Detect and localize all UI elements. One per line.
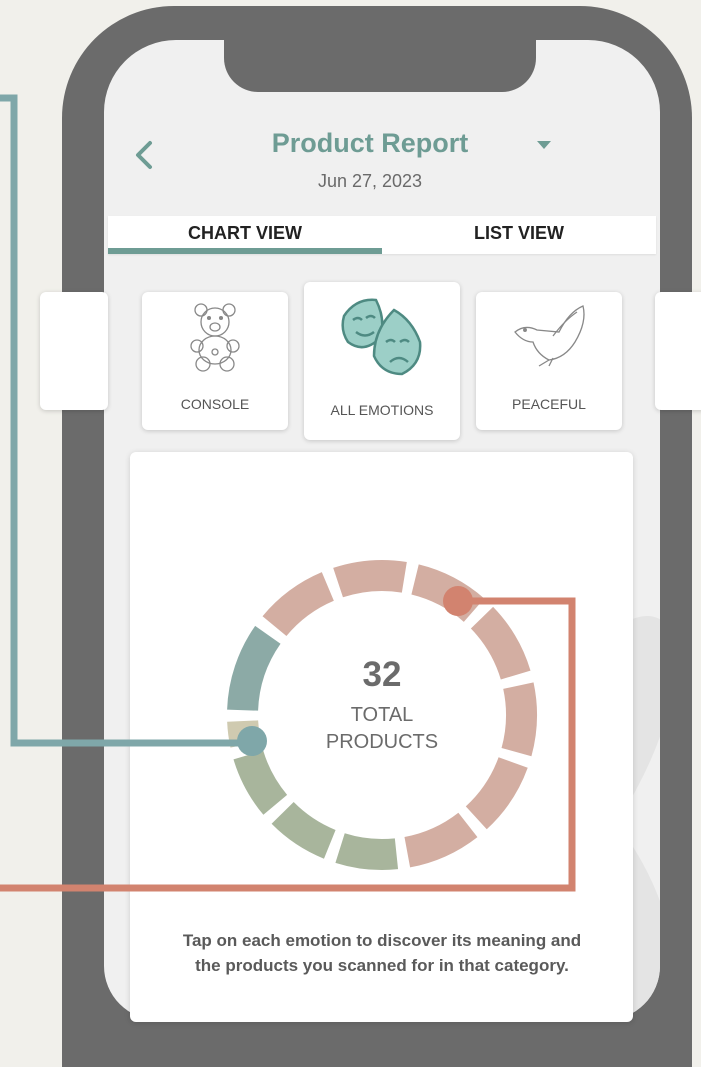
callout-dot-coral bbox=[443, 586, 473, 616]
stage: Product Report Jun 27, 2023 CHART VIEW L… bbox=[0, 0, 701, 1067]
callout-lines bbox=[0, 94, 576, 892]
callout-dot-teal bbox=[237, 726, 267, 756]
callout-line-teal bbox=[0, 94, 252, 747]
